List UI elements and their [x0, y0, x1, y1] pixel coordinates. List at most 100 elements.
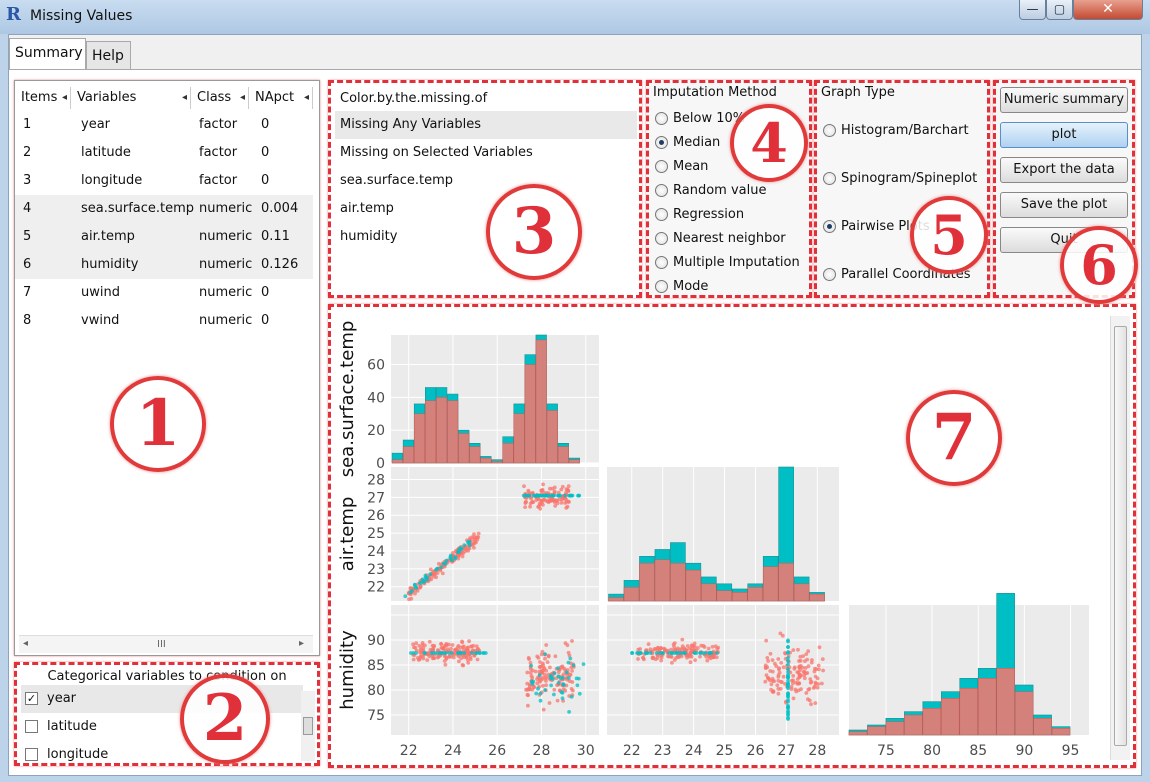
radio-button[interactable]: [655, 160, 668, 173]
scatter-point: [680, 644, 685, 649]
scatter-point: [688, 654, 692, 659]
table-row[interactable]: 8 vwind numeric 0: [15, 307, 313, 335]
scroll-right-icon[interactable]: ▸: [299, 638, 304, 649]
close-button[interactable]: ✕: [1073, 0, 1143, 20]
scatter-point: [467, 543, 472, 548]
table-row[interactable]: 5 air.temp numeric 0.11: [15, 223, 313, 251]
radio-label: Multiple Imputation: [673, 255, 800, 270]
y-axis-label: air.temp: [337, 497, 358, 572]
scatter-point: [798, 654, 803, 659]
cell-item: 8: [23, 313, 32, 328]
table-row[interactable]: 6 humidity numeric 0.126: [15, 251, 313, 279]
scatter-point: [544, 683, 548, 687]
scatter-point: [563, 493, 567, 498]
scatter-point: [407, 597, 411, 602]
column-header-variables[interactable]: Variables: [71, 87, 191, 109]
hist-bar-observed: [436, 397, 448, 464]
radio-option[interactable]: Random value: [655, 179, 815, 203]
radio-option[interactable]: Regression: [655, 203, 815, 227]
numeric-summary-button[interactable]: Numeric summary: [1000, 87, 1128, 113]
plot-button[interactable]: plot: [1000, 122, 1128, 148]
scatter-point: [656, 645, 660, 650]
radio-option[interactable]: Nearest neighbor: [655, 227, 815, 251]
radio-option[interactable]: Multiple Imputation: [655, 251, 815, 275]
list-item[interactable]: Missing Any Variables: [335, 111, 637, 139]
plot-vertical-scrollbar[interactable]: [1110, 316, 1130, 760]
tab-summary[interactable]: Summary: [9, 38, 86, 70]
radio-button[interactable]: [655, 280, 668, 293]
window-titlebar[interactable]: R Missing Values — ▢ ✕: [0, 0, 1150, 34]
scatter-point: [538, 698, 543, 703]
y-tick-label: 20: [367, 423, 385, 439]
radio-button[interactable]: [655, 256, 668, 269]
scatter-point: [792, 665, 797, 670]
radio-button[interactable]: [823, 124, 836, 137]
list-item[interactable]: sea.surface.temp: [335, 167, 637, 195]
categorical-conditions-panel: Categorical variables to condition on ✓ y…: [14, 662, 320, 766]
radio-button[interactable]: [823, 268, 836, 281]
checkbox-1[interactable]: [25, 720, 38, 733]
radio-button[interactable]: [823, 172, 836, 185]
radio-button[interactable]: [655, 232, 668, 245]
radio-button[interactable]: [655, 136, 668, 149]
scatter-point: [544, 679, 548, 683]
table-row[interactable]: 4 sea.surface.temp numeric 0.004: [15, 195, 313, 223]
x-tick-label: 30: [577, 743, 595, 759]
cell-variable: humidity: [81, 257, 139, 272]
table-row[interactable]: 3 longitude factor 0: [15, 167, 313, 195]
x-tick-label: 27: [777, 743, 795, 759]
scatter-point: [539, 652, 544, 657]
scroll-left-icon[interactable]: ◂: [23, 638, 28, 649]
column-header-items[interactable]: Items: [15, 87, 71, 109]
x-tick-label: 23: [654, 743, 672, 759]
column-header-class[interactable]: Class: [191, 87, 249, 109]
radio-option[interactable]: Histogram/Barchart: [823, 119, 991, 143]
y-tick-label: 24: [367, 544, 385, 560]
hist-bar-observed: [608, 597, 624, 602]
scatter-point: [680, 637, 685, 642]
minimize-button[interactable]: —: [1019, 0, 1046, 20]
radio-button[interactable]: [655, 112, 668, 125]
y-tick-label: 90: [367, 633, 385, 649]
list-item[interactable]: air.temp: [335, 195, 637, 223]
scatter-point: [525, 670, 530, 675]
export-data-button[interactable]: Export the data: [1000, 157, 1128, 183]
y-tick-label: 40: [367, 390, 385, 406]
table-row[interactable]: 1 year factor 0: [15, 111, 313, 139]
checkbox-label: year: [47, 691, 77, 706]
table-row[interactable]: 7 uwind numeric 0: [15, 279, 313, 307]
scatter-point: [645, 651, 650, 655]
scatter-point: [553, 654, 558, 659]
scroll-thumb[interactable]: [303, 717, 313, 735]
plot-scroll-thumb[interactable]: [1114, 326, 1127, 746]
scatter-point: [558, 676, 563, 680]
scatter-point: [453, 555, 458, 560]
table-row[interactable]: 2 latitude factor 0: [15, 139, 313, 167]
checkbox-2[interactable]: [25, 748, 38, 761]
scatter-point: [775, 683, 780, 688]
radio-button[interactable]: [655, 208, 668, 221]
radio-button[interactable]: [823, 220, 836, 233]
graph-type-title: Graph Type: [821, 85, 895, 100]
list-item[interactable]: Missing on Selected Variables: [335, 139, 637, 167]
radio-option[interactable]: Mode: [655, 275, 815, 299]
scroll-grip-icon[interactable]: III: [157, 639, 166, 650]
horizontal-scrollbar[interactable]: ◂ III ▸: [19, 635, 313, 653]
annotation-5: 5: [910, 196, 988, 274]
tab-help[interactable]: Help: [86, 41, 131, 69]
hist-bar-observed: [491, 461, 503, 464]
categorical-vertical-scrollbar[interactable]: [301, 691, 315, 761]
scatter-point: [679, 654, 684, 659]
save-plot-button[interactable]: Save the plot: [1000, 192, 1128, 218]
cell-variable: uwind: [81, 285, 120, 300]
scatter-point: [809, 702, 813, 707]
radio-option[interactable]: Spinogram/Spineplot: [823, 167, 991, 191]
cell-napct: 0: [261, 285, 270, 300]
maximize-button[interactable]: ▢: [1046, 0, 1073, 20]
annotation-4: 4: [730, 104, 808, 182]
checkbox-0[interactable]: ✓: [25, 692, 38, 705]
cell-variable: longitude: [81, 173, 143, 188]
column-header-napct[interactable]: NApct: [249, 87, 313, 109]
radio-button[interactable]: [655, 184, 668, 197]
color-by-header[interactable]: Color.by.the.missing.of: [335, 85, 637, 113]
